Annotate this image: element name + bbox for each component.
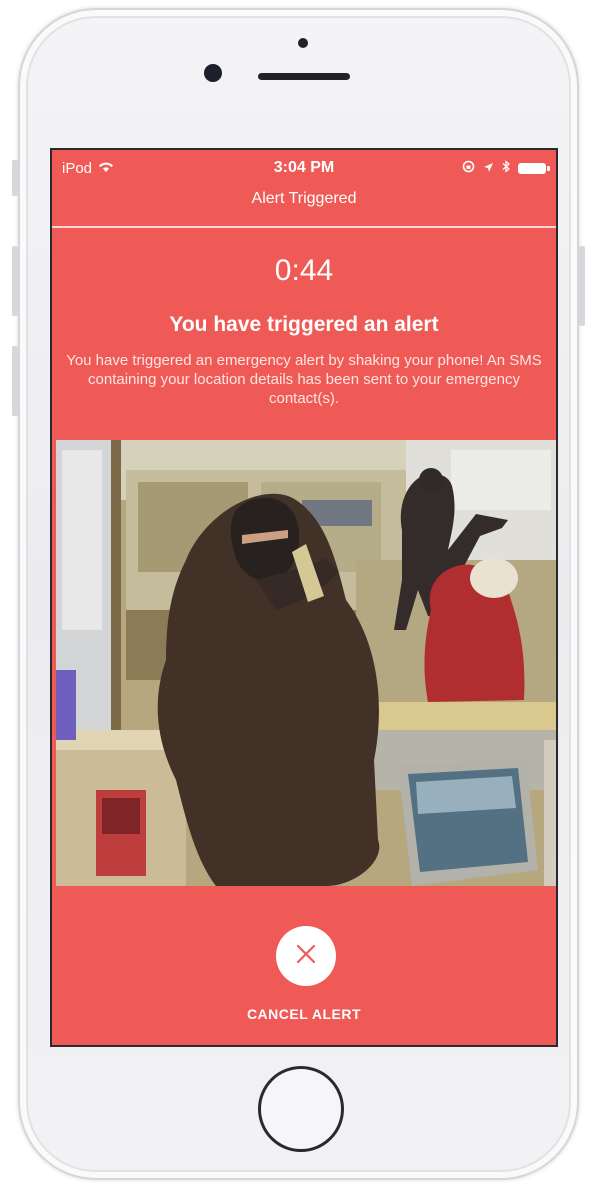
earpiece-speaker: [258, 73, 350, 80]
cancel-alert-label[interactable]: CANCEL ALERT: [52, 1006, 556, 1022]
alert-message: You have triggered an emergency alert by…: [66, 352, 542, 407]
status-bar: iPod 3:04 PM: [52, 150, 556, 186]
cancel-alert-button[interactable]: [276, 926, 336, 986]
front-camera: [204, 64, 222, 82]
proximity-sensor: [298, 38, 308, 48]
nav-title: Alert Triggered: [251, 190, 357, 207]
volume-up-button: [12, 246, 18, 316]
volume-switch: [12, 160, 18, 196]
volume-down-button: [12, 346, 18, 416]
close-icon: [295, 943, 317, 970]
alert-heading: You have triggered an alert: [169, 313, 439, 336]
battery-icon: [518, 162, 550, 174]
bluetooth-icon: [502, 160, 510, 176]
power-button: [579, 246, 585, 326]
app-screen: iPod 3:04 PM Alert Triggered 0:44 You ha…: [50, 148, 558, 1047]
home-button[interactable]: [258, 1066, 344, 1152]
status-right: [462, 160, 550, 176]
screen-rotation-lock-icon: [462, 160, 475, 176]
security-camera-photo: [56, 440, 556, 886]
countdown-timer: 0:44: [274, 254, 334, 287]
nav-divider: [52, 226, 556, 228]
location-arrow-icon: [483, 161, 494, 176]
security-camera-scene: [56, 440, 556, 886]
